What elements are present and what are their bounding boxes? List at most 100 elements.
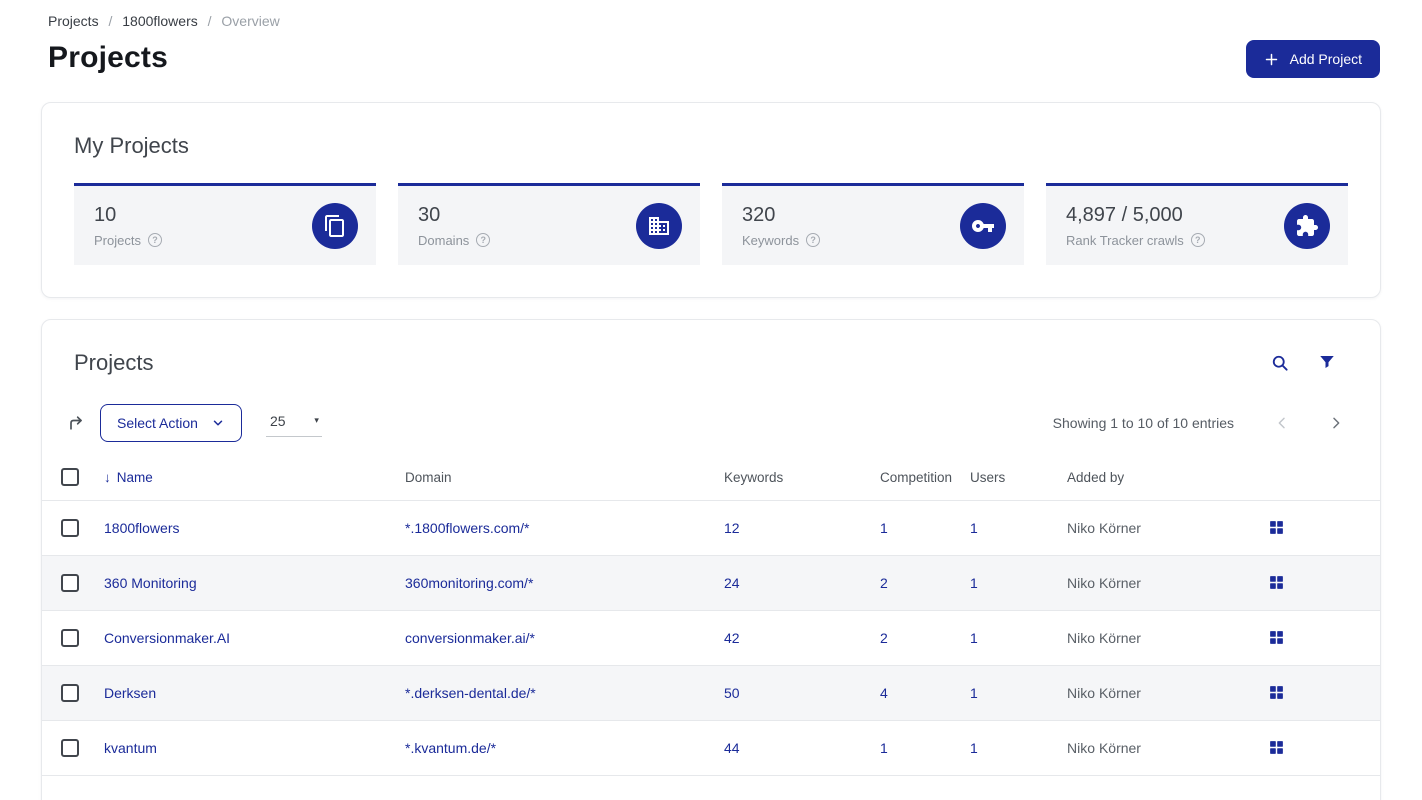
help-icon[interactable] (476, 233, 491, 247)
project-name-link[interactable]: 360 Monitoring (104, 575, 197, 591)
row-checkbox[interactable] (61, 574, 79, 592)
column-header-keywords[interactable]: Keywords (706, 464, 862, 501)
help-icon[interactable] (147, 233, 162, 247)
breadcrumb: Projects / 1800flowers / Overview (48, 13, 1374, 29)
page-size-select[interactable]: 25 (265, 410, 322, 437)
help-icon[interactable] (806, 233, 821, 247)
breadcrumb-item-1800flowers[interactable]: 1800flowers (122, 13, 198, 29)
row-checkbox[interactable] (61, 629, 79, 647)
filter-icon (1318, 353, 1336, 373)
stat-tiles: 10 Projects 30 Domains (74, 183, 1348, 265)
select-action-dropdown[interactable]: Select Action (100, 404, 242, 442)
project-domain-link[interactable]: *.1800flowers.com/* (405, 520, 530, 536)
competition-value[interactable]: 4 (880, 685, 888, 701)
search-button[interactable] (1270, 353, 1290, 373)
caret-down-icon (314, 415, 319, 426)
project-name-link[interactable]: kvantum (104, 740, 157, 756)
added-by: Niko Körner (1067, 740, 1141, 756)
select-action-label: Select Action (117, 415, 198, 431)
row-actions-button[interactable] (1266, 627, 1287, 648)
project-domain-link[interactable]: 360monitoring.com/* (405, 575, 533, 591)
topbar: Projects / 1800flowers / Overview Projec… (0, 0, 1422, 78)
stat-tile-crawls: 4,897 / 5,000 Rank Tracker crawls (1046, 183, 1348, 265)
added-by: Niko Körner (1067, 575, 1141, 591)
table-toolbar: Select Action 25 Showing 1 to 10 of 10 e… (42, 404, 1380, 442)
projects-table-body: 1800flowers *.1800flowers.com/* 12 1 1 N… (42, 500, 1380, 776)
export-arrow-icon (66, 413, 86, 433)
keywords-value[interactable]: 12 (724, 520, 740, 536)
help-icon[interactable] (1190, 233, 1205, 247)
users-value[interactable]: 1 (970, 630, 978, 646)
stat-tile-keywords: 320 Keywords (722, 183, 1024, 265)
added-by: Niko Körner (1067, 520, 1141, 536)
stat-value: 4,897 / 5,000 (1066, 203, 1183, 226)
column-header-domain[interactable]: Domain (387, 464, 706, 501)
add-project-button[interactable]: Add Project (1245, 40, 1380, 78)
project-domain-link[interactable]: conversionmaker.ai/* (405, 630, 535, 646)
search-icon (1270, 353, 1290, 373)
next-page-button[interactable] (1326, 413, 1346, 433)
users-value[interactable]: 1 (970, 740, 978, 756)
project-name-link[interactable]: Derksen (104, 685, 156, 701)
keywords-value[interactable]: 50 (724, 685, 740, 701)
select-all-checkbox[interactable] (61, 468, 79, 486)
my-projects-title: My Projects (74, 133, 189, 158)
users-value[interactable]: 1 (970, 685, 978, 701)
keywords-value[interactable]: 44 (724, 740, 740, 756)
prev-page-button[interactable] (1272, 413, 1292, 433)
project-domain-link[interactable]: *.derksen-dental.de/* (405, 685, 536, 701)
table-row: 360 Monitoring 360monitoring.com/* 24 2 … (42, 555, 1380, 611)
row-actions-button[interactable] (1266, 682, 1287, 703)
added-by: Niko Körner (1067, 685, 1141, 701)
competition-value[interactable]: 1 (880, 520, 888, 536)
keywords-value[interactable]: 42 (724, 630, 740, 646)
row-actions-button[interactable] (1266, 572, 1287, 593)
row-checkbox[interactable] (61, 519, 79, 537)
project-name-link[interactable]: Conversionmaker.AI (104, 630, 230, 646)
row-actions-button[interactable] (1266, 737, 1287, 758)
sort-arrow-icon (104, 470, 111, 485)
project-name-link[interactable]: 1800flowers (104, 520, 180, 536)
stat-label: Keywords (742, 232, 800, 248)
row-checkbox[interactable] (61, 739, 79, 757)
column-header-name[interactable]: Name (86, 464, 387, 501)
users-value[interactable]: 1 (970, 575, 978, 591)
my-projects-card: My Projects 10 Projects 30 (41, 102, 1381, 298)
table-row: Derksen *.derksen-dental.de/* 50 4 1 Nik… (42, 665, 1380, 721)
competition-value[interactable]: 2 (880, 575, 888, 591)
row-checkbox[interactable] (61, 684, 79, 702)
grid-icon (1268, 574, 1285, 591)
row-actions-button[interactable] (1266, 517, 1287, 538)
stat-label: Rank Tracker crawls (1066, 232, 1184, 248)
key-icon (960, 202, 1006, 249)
stat-tile-projects: 10 Projects (74, 183, 376, 265)
users-value[interactable]: 1 (970, 520, 978, 536)
column-header-competition[interactable]: Competition (862, 464, 952, 501)
stat-tile-domains: 30 Domains (398, 183, 700, 265)
building-icon (636, 202, 682, 249)
project-domain-link[interactable]: *.kvantum.de/* (405, 740, 496, 756)
page-size-value: 25 (269, 412, 286, 429)
grid-icon (1268, 739, 1285, 756)
chevron-down-icon (211, 416, 225, 430)
added-by: Niko Körner (1067, 630, 1141, 646)
page-title: Projects (48, 41, 168, 74)
column-header-users[interactable]: Users (952, 464, 1049, 501)
breadcrumb-item-projects[interactable]: Projects (48, 13, 99, 29)
breadcrumb-item-overview: Overview (221, 13, 280, 29)
grid-icon (1268, 684, 1285, 701)
projects-card-title: Projects (74, 350, 154, 375)
stat-value: 30 (418, 203, 441, 226)
puzzle-icon (1284, 202, 1330, 249)
keywords-value[interactable]: 24 (724, 575, 740, 591)
table-row: 1800flowers *.1800flowers.com/* 12 1 1 N… (42, 500, 1380, 556)
grid-icon (1268, 629, 1285, 646)
stat-label: Projects (94, 232, 141, 248)
chevron-left-icon (1274, 415, 1290, 431)
column-header-actions (1248, 464, 1380, 501)
filter-button[interactable] (1318, 353, 1336, 373)
competition-value[interactable]: 1 (880, 740, 888, 756)
column-header-added-by[interactable]: Added by (1049, 464, 1248, 501)
competition-value[interactable]: 2 (880, 630, 888, 646)
export-button[interactable] (60, 409, 92, 437)
